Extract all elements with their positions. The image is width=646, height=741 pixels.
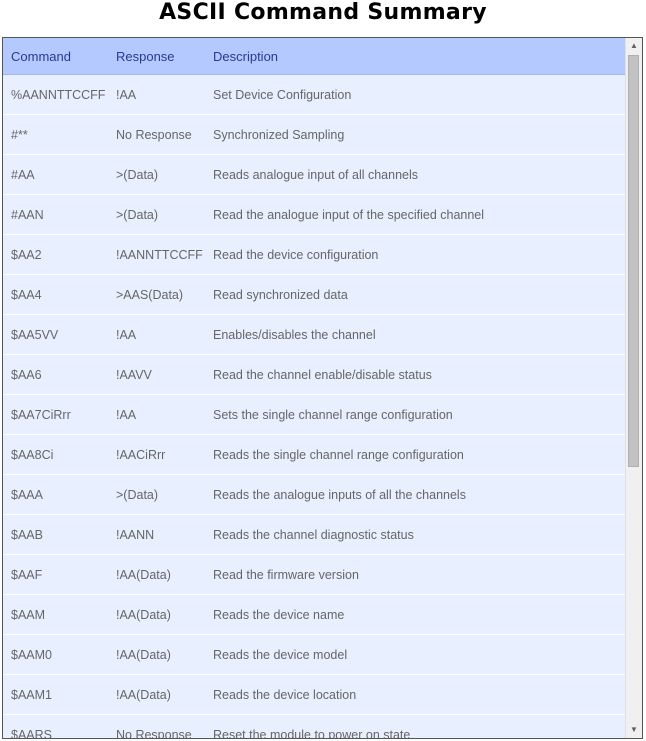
table-row: $AA5VV !AA Enables/disables the channel xyxy=(3,314,627,355)
description-cell: Read the firmware version xyxy=(205,554,627,595)
command-cell: #AAN xyxy=(3,194,108,235)
response-cell: !AACiRrr xyxy=(108,434,205,475)
response-cell: !AA(Data) xyxy=(108,674,205,715)
command-cell: $AAM1 xyxy=(3,674,108,715)
command-cell: #** xyxy=(3,114,108,155)
command-cell: $AAB xyxy=(3,514,108,555)
table-scroll-area[interactable]: Command Response Description %AANNTTCCFF… xyxy=(3,38,627,738)
command-cell: $AA8Ci xyxy=(3,434,108,475)
response-cell: >(Data) xyxy=(108,194,205,235)
table-row: $AA6 !AAVV Read the channel enable/disable… xyxy=(3,354,627,395)
table-row: #** No Response Synchronized Sampling xyxy=(3,114,627,155)
description-cell: Read the device configuration xyxy=(205,234,627,275)
table-row: $AAA >(Data) Reads the analogue inputs of … xyxy=(3,474,627,515)
command-cell: $AAM0 xyxy=(3,634,108,675)
response-cell: !AANN xyxy=(108,514,205,555)
table-row: $AA2 !AANNTTCCFF Read the device configura… xyxy=(3,234,627,275)
description-cell: Synchronized Sampling xyxy=(205,114,627,155)
description-cell: Reads the device model xyxy=(205,634,627,675)
command-cell: #AA xyxy=(3,154,108,195)
table-row: $AA8Ci !AACiRrr Reads the single channel r… xyxy=(3,434,627,475)
column-header-description: Description xyxy=(205,38,627,75)
vertical-scrollbar[interactable]: ▲ ▼ xyxy=(625,38,642,738)
command-table: Command Response Description %AANNTTCCFF… xyxy=(3,38,627,738)
response-cell: !AA xyxy=(108,394,205,435)
description-cell: Reads the device location xyxy=(205,674,627,715)
command-cell: $AARS xyxy=(3,714,108,738)
command-cell: $AA2 xyxy=(3,234,108,275)
response-cell: !AA(Data) xyxy=(108,554,205,595)
response-cell: !AA xyxy=(108,74,205,115)
table-row: %AANNTTCCFF !AA Set Device Configuration xyxy=(3,74,627,115)
command-cell: %AANNTTCCFF xyxy=(3,74,108,115)
table-row: $AAM0 !AA(Data) Reads the device model xyxy=(3,634,627,675)
table-row: $AA4 >AAS(Data) Read synchronized data xyxy=(3,274,627,315)
description-cell: Read synchronized data xyxy=(205,274,627,315)
scroll-down-arrow-icon[interactable]: ▼ xyxy=(626,722,642,738)
description-cell: Set Device Configuration xyxy=(205,74,627,115)
table-row: $AAM1 !AA(Data) Reads the device location xyxy=(3,674,627,715)
response-cell: >(Data) xyxy=(108,154,205,195)
description-cell: Read the channel enable/disable status xyxy=(205,354,627,395)
command-cell: $AA7CiRrr xyxy=(3,394,108,435)
description-cell: Reads the channel diagnostic status xyxy=(205,514,627,555)
command-cell: $AA4 xyxy=(3,274,108,315)
description-cell: Enables/disables the channel xyxy=(205,314,627,355)
description-cell: Reads the analogue inputs of all the cha… xyxy=(205,474,627,515)
response-cell: >AAS(Data) xyxy=(108,274,205,315)
column-header-response: Response xyxy=(108,38,205,75)
table-header-row: Command Response Description xyxy=(3,38,627,75)
command-cell: $AAF xyxy=(3,554,108,595)
table-row: $AAF !AA(Data) Read the firmware version xyxy=(3,554,627,595)
scroll-up-arrow-icon[interactable]: ▲ xyxy=(626,38,642,54)
table-row: #AA >(Data) Reads analogue input of all ch… xyxy=(3,154,627,195)
command-cell: $AA6 xyxy=(3,354,108,395)
scrollbar-thumb[interactable] xyxy=(628,55,639,467)
response-cell: No Response xyxy=(108,714,205,738)
response-cell: !AANNTTCCFF xyxy=(108,234,205,275)
response-cell: !AA(Data) xyxy=(108,634,205,675)
column-header-command: Command xyxy=(3,38,108,75)
description-cell: Read the analogue input of the specified… xyxy=(205,194,627,235)
table-row: $AA7CiRrr !AA Sets the single channel rang… xyxy=(3,394,627,435)
command-cell: $AAM xyxy=(3,594,108,635)
description-cell: Sets the single channel range configurat… xyxy=(205,394,627,435)
table-row: $AAB !AANN Reads the channel diagnostic st… xyxy=(3,514,627,555)
command-table-panel: Command Response Description %AANNTTCCFF… xyxy=(2,37,643,739)
description-cell: Reads the device name xyxy=(205,594,627,635)
table-row: $AAM !AA(Data) Reads the device name xyxy=(3,594,627,635)
table-row: $AARS No Response Reset the module to powe… xyxy=(3,714,627,738)
response-cell: >(Data) xyxy=(108,474,205,515)
response-cell: !AA xyxy=(108,314,205,355)
command-cell: $AAA xyxy=(3,474,108,515)
command-cell: $AA5VV xyxy=(3,314,108,355)
page-title: ASCII Command Summary xyxy=(159,0,487,25)
description-cell: Reset the module to power on state xyxy=(205,714,627,738)
response-cell: !AA(Data) xyxy=(108,594,205,635)
description-cell: Reads the single channel range configura… xyxy=(205,434,627,475)
table-row: #AAN >(Data) Read the analogue input of th… xyxy=(3,194,627,235)
response-cell: No Response xyxy=(108,114,205,155)
description-cell: Reads analogue input of all channels xyxy=(205,154,627,195)
response-cell: !AAVV xyxy=(108,354,205,395)
